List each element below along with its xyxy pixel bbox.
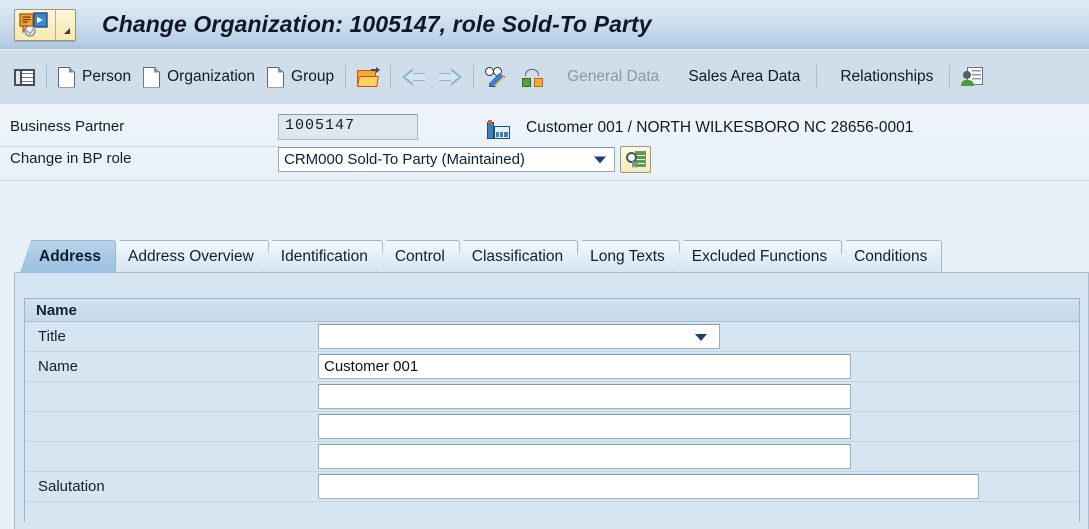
tab-long-texts-label: Long Texts <box>590 248 665 265</box>
name-group-title: Name <box>25 299 1079 322</box>
tab-address-overview-label: Address Overview <box>128 248 254 265</box>
tab-bar: Address Address Overview Identification … <box>20 240 943 273</box>
chevron-down-icon[interactable] <box>594 156 606 163</box>
toolbar-person-label: Person <box>82 68 132 85</box>
toolbar-relationships-label: Relationships <box>840 68 934 85</box>
name-field-3[interactable] <box>318 414 851 439</box>
toolbar-divider <box>473 65 475 89</box>
business-partner-icon <box>15 10 55 40</box>
bp-role-label: Change in BP role <box>10 150 132 167</box>
partner-description: Customer 001 / NORTH WILKESBORO NC 28656… <box>526 119 914 136</box>
content-area: Business Partner 1005147 Customer 001 / … <box>0 104 1089 529</box>
magnifier-search-icon <box>625 151 646 168</box>
business-partner-card-icon <box>961 67 984 87</box>
name-label: Name <box>38 358 79 375</box>
form-row-salutation: Salutation <box>25 472 1079 502</box>
form-row-title: Title <box>25 322 1079 352</box>
chevron-down-icon[interactable] <box>695 334 707 341</box>
tab-excluded-functions-label: Excluded Functions <box>691 248 828 265</box>
tab-address-label: Address <box>39 248 102 265</box>
page-title: Change Organization: 1005147, role Sold-… <box>102 11 652 37</box>
open-folder-icon <box>357 66 381 87</box>
name-field-4[interactable] <box>318 444 851 469</box>
name-form: Title Name Customer 001 Salutation <box>25 322 1079 502</box>
name-field-2[interactable] <box>318 384 851 409</box>
main-toolbar: Person Organization Group General Data S… <box>0 49 1089 104</box>
tab-identification-label: Identification <box>280 248 368 265</box>
name-field-1[interactable]: Customer 001 <box>318 354 851 379</box>
form-row-name-3 <box>25 412 1079 442</box>
page-icon <box>58 66 75 88</box>
tab-conditions[interactable]: Conditions <box>835 240 943 273</box>
page-icon <box>267 66 285 88</box>
tab-excluded-functions[interactable]: Excluded Functions <box>672 240 843 273</box>
tab-classification-label: Classification <box>471 248 564 265</box>
toolbar-back-button[interactable] <box>396 57 432 97</box>
toolbar-relationships-button[interactable]: Relationships <box>822 57 944 97</box>
window-title-bar: Change Organization: 1005147, role Sold-… <box>0 0 1089 49</box>
name-group-box: Name Title Name Customer 001 Salutation <box>24 298 1080 522</box>
toolbar-relationship-button[interactable] <box>515 57 549 97</box>
toolbar-organization-label: Organization <box>167 68 256 85</box>
title-label: Title <box>38 328 66 345</box>
bp-role-search-button[interactable] <box>620 146 651 173</box>
factory-icon <box>487 120 510 139</box>
app-menu-button[interactable] <box>14 8 76 41</box>
toolbar-person-button[interactable]: Person <box>52 57 137 97</box>
tab-control[interactable]: Control <box>375 240 460 273</box>
tab-long-texts[interactable]: Long Texts <box>571 240 680 273</box>
toolbar-group-button[interactable]: Group <box>261 57 340 97</box>
glasses-pencil-icon <box>485 66 509 88</box>
form-row-name-4 <box>25 442 1079 472</box>
tab-classification[interactable]: Classification <box>452 240 579 273</box>
toolbar-group-label: Group <box>291 68 335 85</box>
tab-conditions-label: Conditions <box>854 248 928 265</box>
page-icon <box>143 66 161 88</box>
tab-panel-address: Name Title Name Customer 001 Salutation <box>14 272 1089 529</box>
toolbar-divider <box>949 65 951 89</box>
toolbar-organization-button[interactable]: Organization <box>137 57 261 97</box>
header-band-divider <box>0 180 1089 181</box>
salutation-label: Salutation <box>38 478 105 495</box>
toolbar-divider <box>46 65 47 89</box>
arrow-right-icon <box>438 68 463 86</box>
toolbar-forward-button[interactable] <box>432 57 468 97</box>
toolbar-bp-card-button[interactable] <box>955 57 989 97</box>
toolbar-divider <box>816 65 818 89</box>
tab-address-overview[interactable]: Address Overview <box>109 240 269 273</box>
arrow-left-icon <box>402 68 426 86</box>
salutation-field[interactable] <box>318 474 979 499</box>
toolbar-display-change-button[interactable] <box>479 57 515 97</box>
relationship-icon <box>521 67 544 87</box>
business-partner-label: Business Partner <box>10 118 125 135</box>
tab-identification[interactable]: Identification <box>261 240 383 273</box>
form-row-name-2 <box>25 382 1079 412</box>
toolbar-overview-button[interactable] <box>8 57 41 97</box>
bp-role-value: CRM000 Sold-To Party (Maintained) <box>284 151 525 168</box>
tab-control-label: Control <box>394 248 445 265</box>
toolbar-divider <box>390 65 392 89</box>
tab-address[interactable]: Address <box>20 240 117 273</box>
toolbar-sales-area-data-button[interactable]: Sales Area Data <box>670 57 811 97</box>
toolbar-sales-area-data-label: Sales Area Data <box>688 68 801 85</box>
toolbar-divider <box>345 65 347 89</box>
toolbar-general-data-button[interactable]: General Data <box>549 57 670 97</box>
form-row-name: Name Customer 001 <box>25 352 1079 382</box>
business-partner-field[interactable]: 1005147 <box>278 114 418 140</box>
header-row-divider <box>0 146 280 147</box>
bp-role-combobox[interactable]: CRM000 Sold-To Party (Maintained) <box>278 147 615 172</box>
title-combobox[interactable] <box>318 324 720 349</box>
chevron-down-icon[interactable] <box>56 10 75 40</box>
toolbar-open-button[interactable] <box>351 57 385 97</box>
list-icon <box>14 68 35 86</box>
toolbar-general-data-label: General Data <box>567 68 660 85</box>
